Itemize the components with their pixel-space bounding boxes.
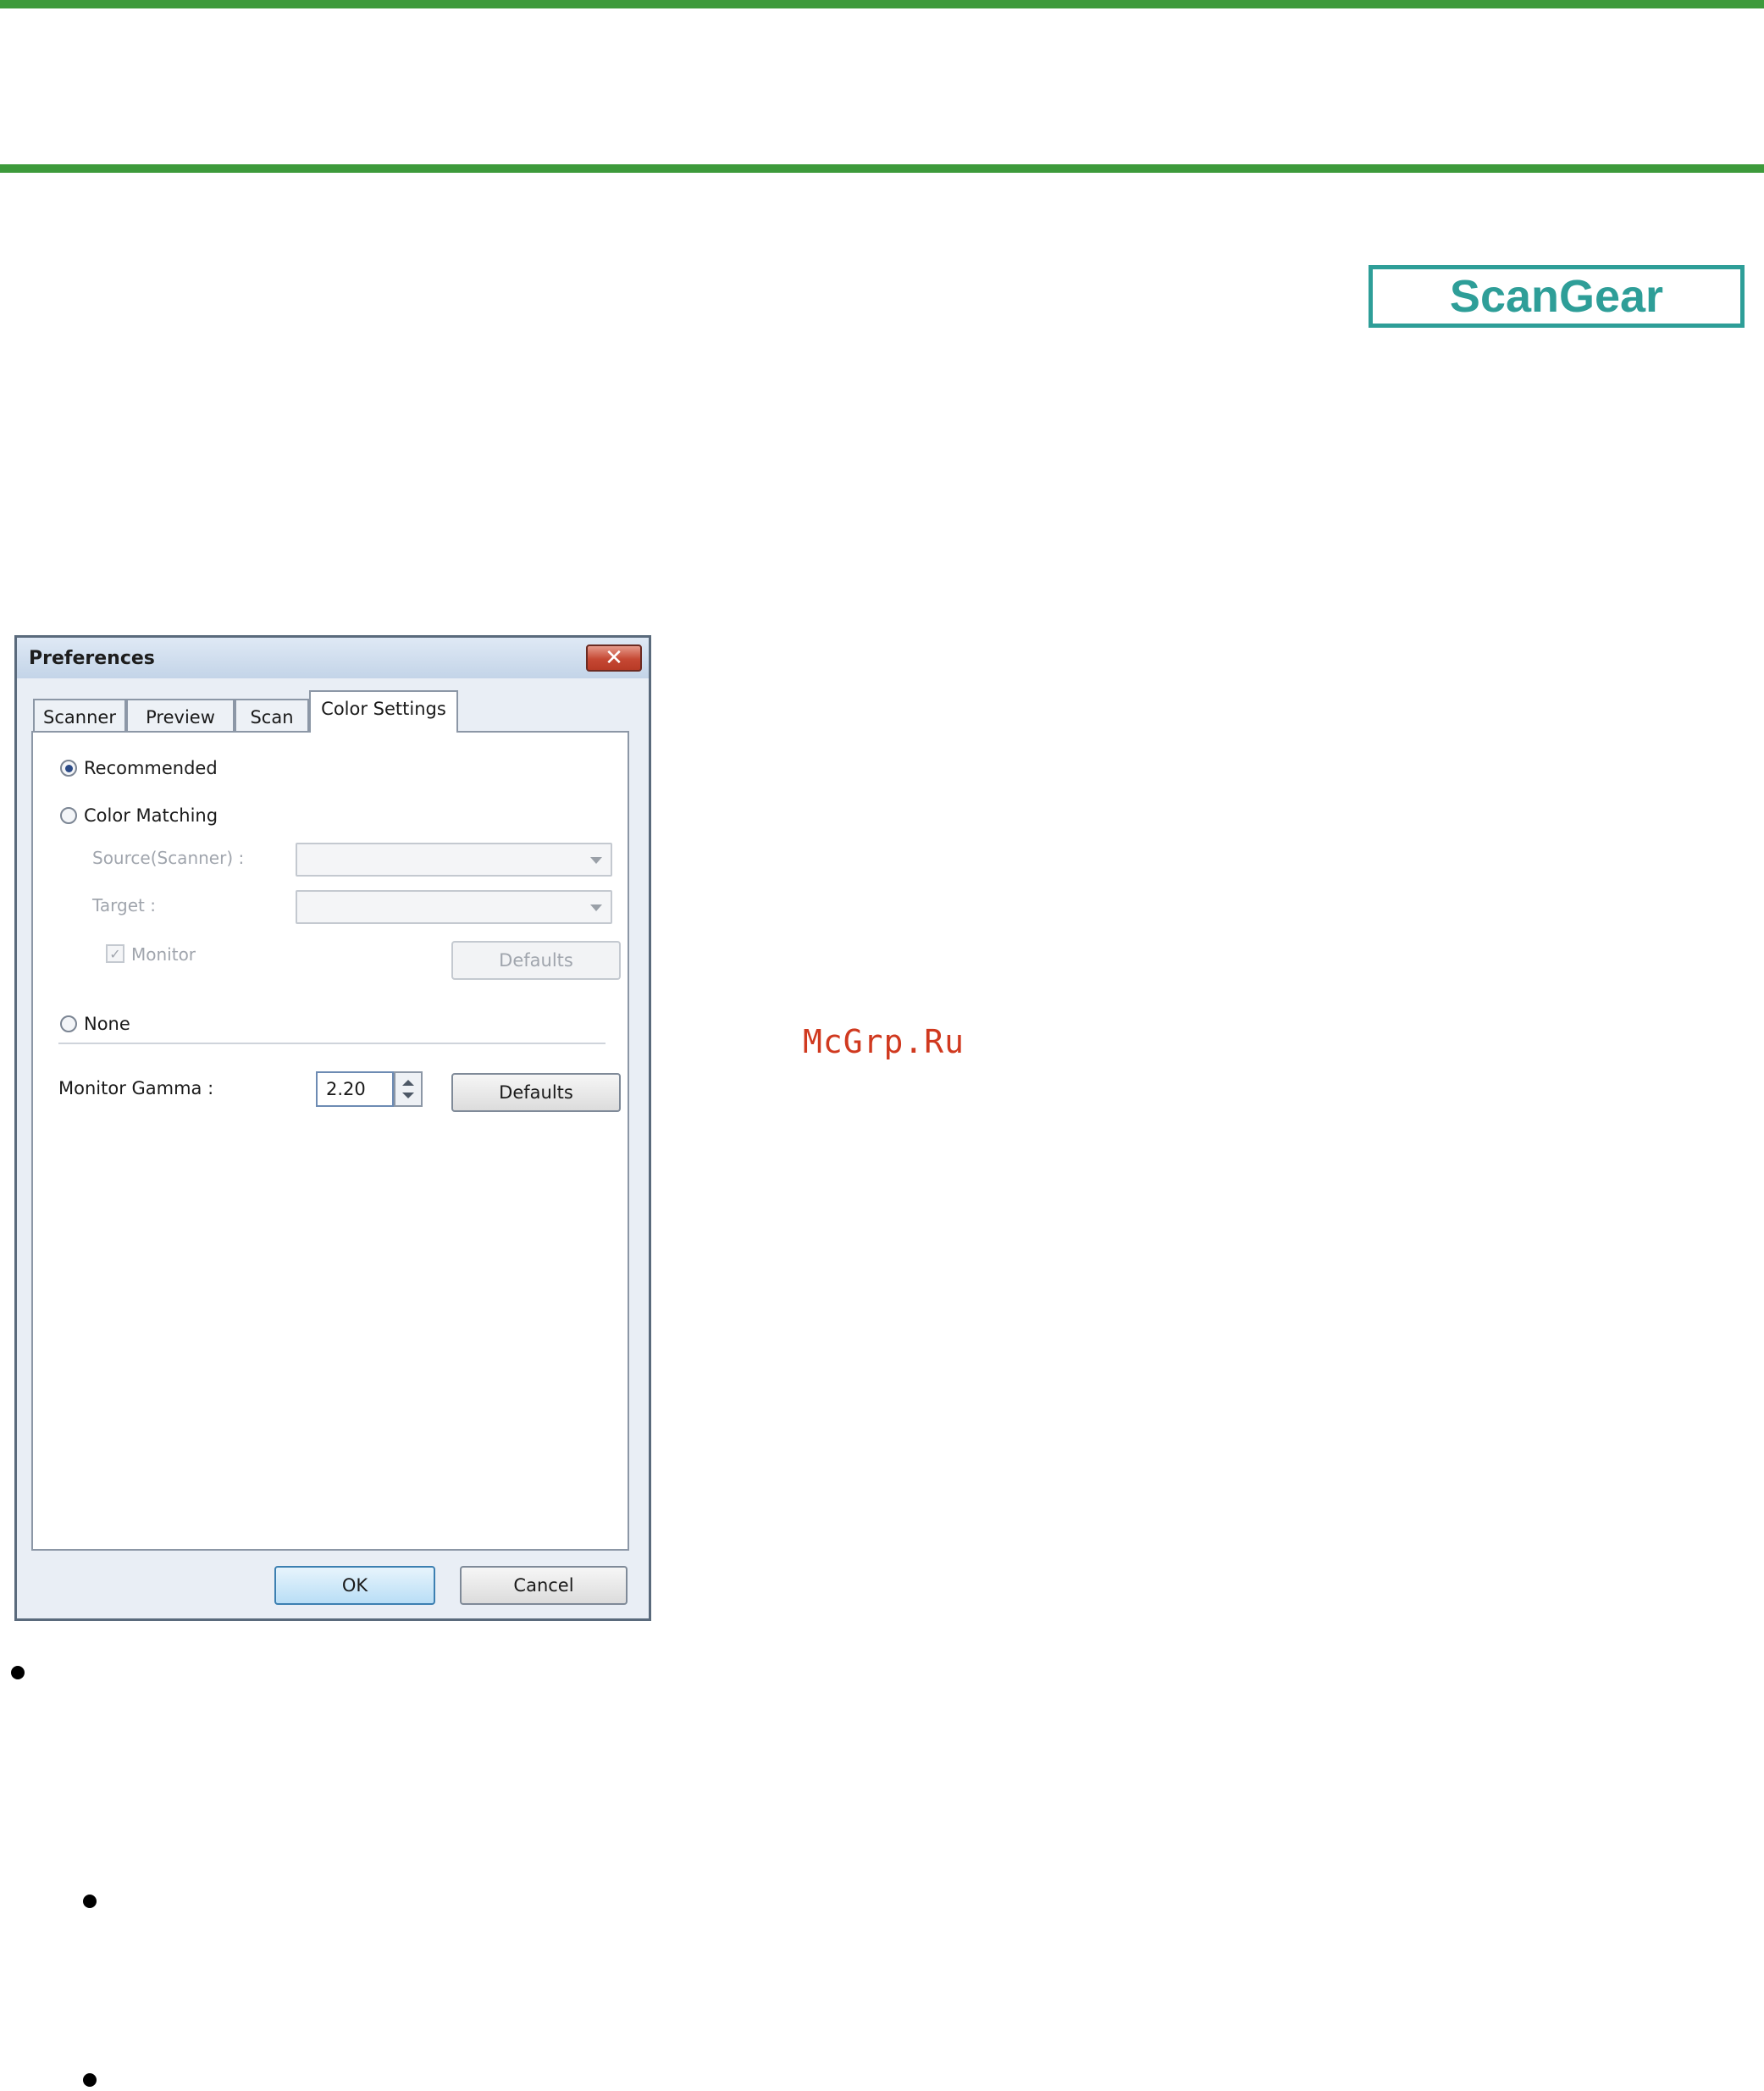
radio-icon [60, 760, 77, 777]
color-matching-radio[interactable]: Color Matching [60, 805, 218, 826]
color-settings-panel: Recommended Color Matching Source(Scanne… [31, 731, 629, 1551]
dropdown-arrow-icon [590, 857, 602, 864]
monitor-gamma-label: Monitor Gamma : [58, 1078, 214, 1098]
spinner-down-icon[interactable] [402, 1093, 414, 1098]
tab-scan[interactable]: Scan [235, 699, 309, 731]
close-button[interactable]: ✕ [586, 644, 642, 672]
tab-scanner-label: Scanner [43, 707, 116, 727]
monitor-gamma-value: 2.20 [326, 1079, 366, 1099]
radio-icon [60, 1015, 77, 1032]
gamma-defaults-button[interactable]: Defaults [451, 1073, 621, 1112]
tab-color-settings-label: Color Settings [321, 699, 446, 719]
dialog-title: Preferences [29, 648, 155, 669]
none-radio[interactable]: None [60, 1014, 130, 1034]
source-scanner-label: Source(Scanner) : [92, 848, 245, 868]
close-icon: ✕ [605, 645, 623, 671]
monitor-gamma-spinner[interactable] [394, 1071, 423, 1107]
tab-color-settings[interactable]: Color Settings [309, 690, 458, 733]
target-label: Target : [92, 895, 156, 916]
tab-scanner[interactable]: Scanner [33, 699, 126, 731]
monitor-gamma-input[interactable]: 2.20 [316, 1071, 394, 1107]
source-scanner-select[interactable] [296, 843, 612, 877]
target-select[interactable] [296, 890, 612, 924]
cancel-label: Cancel [513, 1575, 574, 1596]
recommended-radio[interactable]: Recommended [60, 758, 218, 778]
header-green-rule [0, 164, 1764, 173]
recommended-label: Recommended [84, 758, 218, 778]
radio-icon [60, 807, 77, 824]
dialog-titlebar[interactable]: Preferences ✕ [17, 638, 649, 678]
top-green-rule [0, 0, 1764, 8]
tab-scan-label: Scan [250, 707, 294, 727]
tab-preview[interactable]: Preview [126, 699, 235, 731]
spinner-up-icon[interactable] [402, 1080, 414, 1086]
watermark: McGrp.Ru [803, 1023, 965, 1060]
color-matching-defaults-label: Defaults [499, 950, 573, 971]
bullet-icon [83, 1895, 97, 1908]
gamma-defaults-label: Defaults [499, 1082, 573, 1103]
color-matching-defaults-button[interactable]: Defaults [451, 941, 621, 980]
preferences-dialog: Preferences ✕ Scanner Preview Scan Color… [14, 635, 651, 1621]
ok-button[interactable]: OK [274, 1566, 435, 1605]
color-matching-label: Color Matching [84, 805, 218, 826]
panel-separator [58, 1043, 606, 1044]
bullet-icon [83, 2073, 97, 2087]
monitor-label: Monitor [131, 944, 196, 965]
cancel-button[interactable]: Cancel [460, 1566, 628, 1605]
bullet-icon [11, 1666, 25, 1679]
tab-preview-label: Preview [146, 707, 215, 727]
checkbox-icon: ✓ [106, 944, 124, 963]
scangear-label: ScanGear [1449, 271, 1664, 322]
ok-label: OK [341, 1575, 368, 1596]
dropdown-arrow-icon [590, 904, 602, 911]
none-label: None [84, 1014, 130, 1034]
scangear-badge: ScanGear [1369, 265, 1745, 328]
